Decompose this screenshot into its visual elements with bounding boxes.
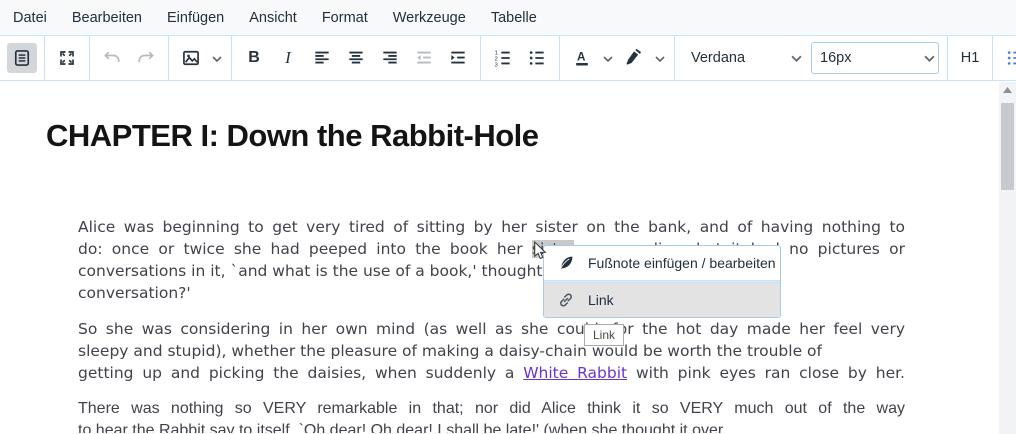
- font-family-select[interactable]: Verdana: [683, 42, 805, 74]
- text-color-dropdown-button[interactable]: [599, 43, 617, 73]
- highlight-dropdown-button[interactable]: [651, 43, 669, 73]
- text-line: There was nothing so VERY remarkable in …: [78, 398, 905, 420]
- image-icon: [181, 48, 201, 68]
- outdent-button[interactable]: [409, 43, 439, 73]
- fullscreen-button[interactable]: [52, 43, 82, 73]
- italic-icon: I: [285, 48, 291, 68]
- align-center-button[interactable]: [341, 43, 371, 73]
- bold-button[interactable]: B: [239, 43, 269, 73]
- svg-text:3: 3: [495, 62, 498, 68]
- footnote-list-button[interactable]: [1000, 43, 1016, 73]
- text-run: getting up and picking the daisies, when…: [78, 364, 523, 382]
- menu-werkzeuge[interactable]: Werkzeuge: [384, 5, 475, 31]
- editor-canvas[interactable]: CHAPTER I: Down the Rabbit-Hole Alice wa…: [0, 81, 999, 433]
- document-outline-icon: [12, 48, 32, 68]
- numbered-list-icon: 123: [493, 48, 513, 68]
- text-run: with pink eyes ran close by her.: [627, 364, 905, 382]
- text-run: do: once or twice she had peeped into th…: [78, 240, 532, 258]
- chevron-down-icon: [603, 49, 613, 67]
- scrollbar-thumb[interactable]: [1001, 103, 1014, 190]
- chevron-down-icon: [920, 43, 938, 73]
- font-size-value: 16px: [812, 50, 859, 66]
- redo-button[interactable]: [131, 43, 161, 73]
- group-image: [169, 36, 232, 80]
- text-line: So she was considering in her own mind (…: [78, 318, 905, 340]
- text-color-icon: A: [572, 48, 592, 68]
- align-right-icon: [380, 48, 400, 68]
- toolbar: B I: [0, 36, 1016, 81]
- svg-text:A: A: [577, 51, 586, 64]
- align-right-button[interactable]: [375, 43, 405, 73]
- bold-icon: B: [248, 49, 260, 67]
- context-menu-item-footnote[interactable]: Fußnote einfügen / bearbeiten: [544, 246, 780, 280]
- redo-icon: [136, 48, 156, 68]
- document-heading: CHAPTER I: Down the Rabbit-Hole: [46, 118, 999, 154]
- fullscreen-icon: [58, 49, 76, 67]
- group-lists: 123: [481, 36, 560, 80]
- undo-icon: [102, 48, 122, 68]
- image-dropdown-button[interactable]: [208, 43, 226, 73]
- menu-bearbeiten[interactable]: Bearbeiten: [63, 5, 151, 31]
- context-menu-item-label: Fußnote einfügen / bearbeiten: [588, 255, 776, 271]
- align-left-button[interactable]: [307, 43, 337, 73]
- editor-window: Datei Bearbeiten Einfügen Ansicht Format…: [0, 0, 1016, 434]
- text-line: getting up and picking the daisies, when…: [78, 362, 905, 384]
- scroll-up-button[interactable]: [999, 82, 1016, 99]
- group-font: Verdana 16px: [675, 36, 948, 80]
- menu-datei[interactable]: Datei: [4, 5, 56, 31]
- italic-button[interactable]: I: [273, 43, 303, 73]
- paragraph-3: There was nothing so VERY remarkable in …: [78, 398, 905, 433]
- text-line: Alice was beginning to get very tired of…: [78, 216, 905, 238]
- highlighter-icon: [624, 48, 644, 68]
- group-history: [90, 36, 169, 80]
- group-heading: H1: [948, 36, 993, 80]
- font-size-select[interactable]: 16px: [811, 42, 939, 74]
- align-left-icon: [312, 48, 332, 68]
- outdent-icon: [414, 48, 434, 68]
- document-view-button[interactable]: [7, 43, 37, 73]
- undo-button[interactable]: [97, 43, 127, 73]
- text-color-button[interactable]: A: [567, 43, 597, 73]
- scroll-up-arrow-icon: [1003, 86, 1012, 95]
- numbered-list-button[interactable]: 123: [488, 43, 518, 73]
- font-family-value: Verdana: [683, 50, 753, 66]
- chevron-down-icon: [655, 49, 665, 67]
- footnote-list-icon: [1005, 48, 1016, 68]
- align-center-icon: [346, 48, 366, 68]
- context-menu-item-label: Link: [588, 292, 614, 308]
- white-rabbit-link[interactable]: White Rabbit: [523, 364, 627, 382]
- menu-format[interactable]: Format: [313, 5, 377, 31]
- paragraph-2: So she was considering in her own mind (…: [78, 318, 905, 384]
- insert-image-button[interactable]: [176, 43, 206, 73]
- context-menu-item-link[interactable]: Link: [544, 283, 780, 317]
- menu-einfuegen[interactable]: Einfügen: [158, 5, 233, 31]
- bullet-list-button[interactable]: [522, 43, 552, 73]
- chevron-down-icon: [212, 49, 222, 67]
- group-colors: A: [560, 36, 675, 80]
- vertical-scrollbar[interactable]: [999, 82, 1016, 434]
- feather-icon: [556, 254, 576, 272]
- indent-icon: [448, 48, 468, 68]
- menubar: Datei Bearbeiten Einfügen Ansicht Format…: [0, 0, 1016, 36]
- highlight-color-button[interactable]: [619, 43, 649, 73]
- chevron-down-icon: [787, 43, 805, 73]
- menu-ansicht[interactable]: Ansicht: [240, 5, 306, 31]
- menu-tabelle[interactable]: Tabelle: [482, 5, 546, 31]
- text-line: to hear the Rabbit say to itself, `Oh de…: [78, 420, 905, 433]
- group-format: B I: [232, 36, 481, 80]
- text-line: sleepy and stupid), whether the pleasure…: [78, 340, 905, 362]
- group-fullscreen: [45, 36, 90, 80]
- indent-button[interactable]: [443, 43, 473, 73]
- bullet-list-icon: [527, 48, 547, 68]
- context-menu: Fußnote einfügen / bearbeiten Link: [543, 245, 781, 318]
- group-view: [0, 36, 45, 80]
- link-tooltip: Link: [584, 324, 624, 346]
- group-footnote-list: [993, 36, 1016, 80]
- heading-h1-button[interactable]: H1: [953, 43, 987, 73]
- link-icon: [556, 291, 576, 309]
